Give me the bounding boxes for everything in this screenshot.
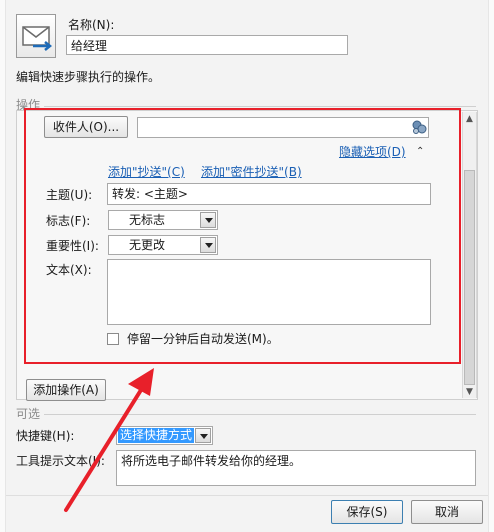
annotation-arrow: [64, 368, 154, 512]
